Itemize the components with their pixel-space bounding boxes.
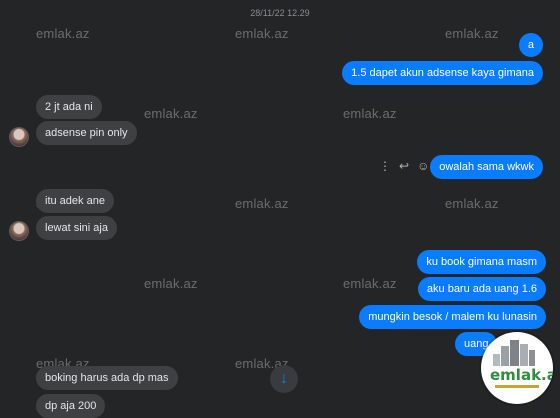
contact-avatar[interactable] — [9, 221, 29, 241]
message-bubble-incoming[interactable]: dp aja 200 — [36, 394, 106, 418]
watermark: emlak.az — [144, 106, 198, 121]
scroll-to-bottom-button[interactable]: ↓ — [270, 365, 298, 393]
message-bubble-outgoing[interactable]: a — [518, 33, 543, 57]
watermark: emlak.az — [36, 26, 90, 41]
watermark: emlak.az — [235, 26, 289, 41]
message-bubble-outgoing[interactable]: ku book gimana masm — [417, 250, 546, 274]
message-bubble-outgoing[interactable]: mungkin besok / malem ku lunasin — [359, 305, 546, 329]
watermark: emlak.az — [343, 106, 397, 121]
logo-text: emlak.az — [490, 366, 553, 384]
watermark: emlak.az — [445, 196, 499, 211]
emoji-reaction-icon[interactable]: ☺ — [417, 159, 429, 173]
message-bubble-outgoing[interactable]: aku baru ada uang 1.6 — [417, 277, 546, 301]
contact-avatar[interactable] — [9, 127, 29, 147]
chat-thread: 28/11/22 12.29 emlak.az emlak.az emlak.a… — [0, 0, 560, 418]
message-bubble-incoming[interactable]: itu adek ane — [36, 189, 114, 213]
watermark: emlak.az — [235, 196, 289, 211]
more-options-icon[interactable]: ⋮ — [379, 159, 391, 173]
message-bubble-incoming[interactable]: 2 jt ada ni — [36, 95, 102, 119]
message-bubble-incoming[interactable]: adsense pin only — [36, 121, 137, 145]
reply-icon[interactable]: ↩ — [399, 159, 409, 173]
message-bubble-incoming[interactable]: lewat sini aja — [36, 216, 117, 240]
message-actions: ⋮ ↩ ☺ — [379, 159, 429, 173]
message-bubble-outgoing[interactable]: owalah sama wkwk — [430, 155, 543, 179]
message-bubble-incoming[interactable]: boking harus ada dp mas — [36, 366, 178, 390]
logo-underline — [495, 385, 539, 388]
watermark: emlak.az — [343, 276, 397, 291]
arrow-down-icon: ↓ — [280, 370, 288, 387]
message-bubble-outgoing[interactable]: 1.5 dapet akun adsense kaya gimana — [342, 61, 543, 85]
chat-timestamp: 28/11/22 12.29 — [250, 8, 310, 18]
emlak-logo: emlak.az — [481, 332, 553, 404]
watermark: emlak.az — [445, 26, 499, 41]
watermark: emlak.az — [144, 276, 198, 291]
